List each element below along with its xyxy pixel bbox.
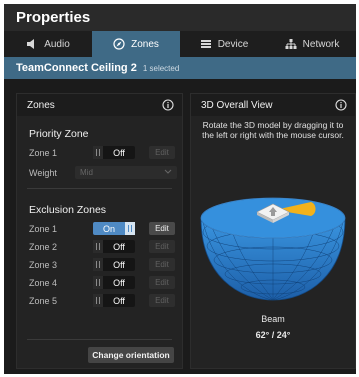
- exclusion-zone-2-state: Off: [113, 241, 125, 252]
- 3d-dome-model[interactable]: [199, 192, 347, 302]
- properties-window: Properties Audio Zones Device Network Te…: [4, 4, 356, 374]
- exclusion-zone-2-label: Zone 2: [29, 242, 58, 252]
- info-icon[interactable]: [335, 99, 347, 111]
- network-icon: [285, 38, 297, 50]
- chevron-down-icon: [164, 168, 172, 177]
- exclusion-zones-title: Exclusion Zones: [29, 204, 107, 216]
- info-icon[interactable]: [162, 99, 174, 111]
- exclusion-zone-4-state: Off: [113, 277, 125, 288]
- 3d-view-header: 3D Overall View: [191, 94, 355, 116]
- window-title: Properties: [16, 9, 91, 26]
- exclusion-zone-2-edit-button[interactable]: Edit: [149, 240, 175, 253]
- tab-zones-label: Zones: [131, 38, 159, 50]
- priority-zone-toggle-state: Off: [113, 147, 125, 158]
- toggle-grip: [125, 222, 135, 235]
- exclusion-zone-3-toggle[interactable]: Off: [93, 258, 135, 271]
- priority-zone-title: Priority Zone: [29, 128, 89, 140]
- tab-audio-label: Audio: [44, 38, 70, 50]
- toggle-grip: [93, 294, 103, 307]
- exclusion-zone-3-state: Off: [113, 259, 125, 270]
- zones-panel-header: Zones: [17, 94, 182, 116]
- exclusion-zone-1-edit-button[interactable]: Edit: [149, 222, 175, 235]
- priority-zone-label: Zone 1: [29, 148, 58, 158]
- exclusion-zone-1-toggle[interactable]: On: [93, 222, 135, 235]
- priority-zone-edit-button[interactable]: Edit: [149, 146, 175, 159]
- weight-value: Mid: [80, 168, 93, 177]
- weight-select[interactable]: Mid: [75, 166, 177, 179]
- toggle-grip: [93, 240, 103, 253]
- exclusion-zone-4-label: Zone 4: [29, 278, 58, 288]
- exclusion-zone-4-toggle[interactable]: Off: [93, 276, 135, 289]
- change-orientation-button[interactable]: Change orientation: [88, 347, 174, 363]
- exclusion-zone-5-state: Off: [113, 295, 125, 306]
- device-icon: [200, 38, 212, 50]
- exclusion-zone-3-edit-button[interactable]: Edit: [149, 258, 175, 271]
- device-name: TeamConnect Ceiling 2: [16, 62, 137, 74]
- exclusion-zone-2-toggle[interactable]: Off: [93, 240, 135, 253]
- exclusion-zone-3-label: Zone 3: [29, 260, 58, 270]
- zones-panel: Zones Priority Zone Zone 1 Off Edit Weig…: [16, 93, 183, 369]
- 3d-view-title: 3D Overall View: [201, 99, 273, 111]
- tab-zones[interactable]: Zones: [92, 31, 180, 57]
- tab-device-label: Device: [217, 38, 249, 50]
- selection-count: 1 selected: [142, 63, 180, 73]
- exclusion-zone-5-edit-button[interactable]: Edit: [149, 294, 175, 307]
- toggle-grip: [93, 258, 103, 271]
- exclusion-zone-1-label: Zone 1: [29, 224, 58, 234]
- toggle-grip: [93, 146, 103, 159]
- tab-network[interactable]: Network: [268, 31, 356, 57]
- priority-zone-toggle[interactable]: Off: [93, 146, 135, 159]
- section-divider: [27, 188, 172, 189]
- beam-angle-value: 62° / 24°: [255, 330, 291, 340]
- exclusion-zone-5-label: Zone 5: [29, 296, 58, 306]
- tab-network-label: Network: [302, 38, 340, 50]
- tab-device[interactable]: Device: [180, 31, 268, 57]
- exclusion-zone-5-toggle[interactable]: Off: [93, 294, 135, 307]
- exclusion-zone-1-state: On: [102, 223, 115, 234]
- weight-label: Weight: [29, 168, 57, 178]
- title-bar: Properties: [4, 4, 356, 31]
- speaker-icon: [26, 38, 38, 50]
- tab-bar: Audio Zones Device Network: [4, 31, 356, 57]
- exclusion-zone-4-edit-button[interactable]: Edit: [149, 276, 175, 289]
- zones-panel-title: Zones: [27, 99, 55, 111]
- rotate-hint: Rotate the 3D model by dragging it to th…: [202, 120, 344, 140]
- device-header: TeamConnect Ceiling 2 1 selected: [4, 57, 356, 79]
- beam-label: Beam: [261, 314, 285, 324]
- footer-divider: [27, 339, 172, 340]
- toggle-grip: [93, 276, 103, 289]
- tab-audio[interactable]: Audio: [4, 31, 92, 57]
- 3d-view-panel: 3D Overall View Rotate the 3D model by d…: [190, 93, 356, 369]
- compass-icon: [113, 38, 125, 50]
